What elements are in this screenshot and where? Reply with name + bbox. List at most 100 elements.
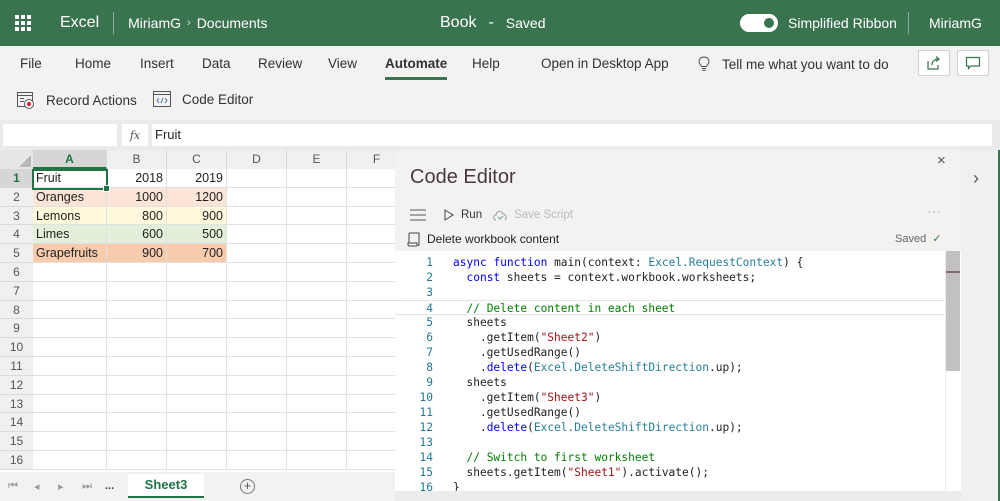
code-line[interactable]: 2 const sheets = context.workbook.worksh… (395, 270, 945, 285)
last-sheet-icon[interactable]: ⏭ (82, 480, 92, 493)
cell-c14[interactable] (167, 413, 227, 433)
cell-f12[interactable] (347, 376, 395, 395)
name-box[interactable] (3, 124, 117, 146)
cell-b11[interactable] (107, 357, 167, 376)
user-account-button[interactable]: MiriamG (908, 12, 982, 34)
code-line[interactable]: 7 .getUsedRange() (395, 345, 945, 360)
cell-b2[interactable]: 1000 (107, 187, 167, 207)
cell-c9[interactable] (167, 319, 227, 339)
cell-a5[interactable]: Grapefruits (33, 244, 107, 263)
cell-b4[interactable]: 600 (107, 225, 167, 245)
row-header-5[interactable]: 5 (0, 244, 33, 263)
tab-help[interactable]: Help (472, 46, 500, 82)
cell-d14[interactable] (227, 413, 287, 433)
code-line[interactable]: 15 sheets.getItem("Sheet1").activate(); (395, 465, 945, 480)
cell-e5[interactable] (287, 244, 347, 263)
row-header-15[interactable]: 15 (0, 432, 33, 451)
tab-view[interactable]: View (328, 46, 357, 82)
cell-f6[interactable] (347, 263, 395, 282)
tab-data[interactable]: Data (202, 46, 231, 82)
cell-c8[interactable] (167, 300, 227, 320)
cell-d5[interactable] (227, 244, 287, 263)
add-sheet-button[interactable]: + (240, 479, 255, 494)
tab-insert[interactable]: Insert (140, 46, 174, 82)
breadcrumb-owner[interactable]: MiriamG (128, 15, 181, 31)
chevron-right-icon[interactable]: › (973, 168, 979, 189)
code-line[interactable]: 4 // Delete content in each sheet (395, 300, 945, 315)
more-sheets-button[interactable]: ... (105, 480, 114, 492)
document-title[interactable]: Book - Saved (440, 0, 546, 46)
code-line[interactable]: 16} (395, 480, 945, 491)
row-header-13[interactable]: 13 (0, 394, 33, 414)
cell-d8[interactable] (227, 300, 287, 320)
cell-e13[interactable] (287, 394, 347, 414)
cell-e16[interactable] (287, 451, 347, 470)
code-line[interactable]: 13 (395, 435, 945, 450)
cell-d7[interactable] (227, 281, 287, 301)
cell-d4[interactable] (227, 225, 287, 245)
cell-d11[interactable] (227, 357, 287, 376)
cell-a2[interactable]: Oranges (33, 187, 107, 207)
cell-c12[interactable] (167, 375, 227, 395)
row-header-9[interactable]: 9 (0, 319, 33, 339)
cell-b1[interactable]: 2018 (107, 169, 167, 188)
code-line[interactable]: 8 .delete(Excel.DeleteShiftDirection.up)… (395, 360, 945, 375)
cell-a10[interactable] (33, 338, 107, 357)
cell-b13[interactable] (107, 394, 167, 414)
column-header-e[interactable]: E (287, 150, 347, 169)
first-sheet-icon[interactable]: ⏮ (8, 480, 18, 493)
cell-e2[interactable] (287, 187, 347, 207)
cell-d13[interactable] (227, 394, 287, 414)
cell-f10[interactable] (347, 338, 395, 357)
tab-review[interactable]: Review (258, 46, 302, 82)
cell-a15[interactable] (33, 432, 107, 451)
cell-f9[interactable] (347, 319, 395, 339)
cell-c13[interactable] (167, 394, 227, 414)
code-scrollbar-thumb[interactable] (946, 251, 960, 371)
cell-b6[interactable] (107, 263, 167, 282)
cell-c11[interactable] (167, 357, 227, 376)
cell-d6[interactable] (227, 263, 287, 282)
cell-a4[interactable]: Limes (33, 225, 107, 245)
cell-c10[interactable] (167, 338, 227, 357)
share-button[interactable] (918, 50, 950, 76)
cell-e15[interactable] (287, 432, 347, 451)
cell-e4[interactable] (287, 225, 347, 245)
cell-a7[interactable] (33, 281, 107, 301)
cell-e12[interactable] (287, 375, 347, 395)
column-header-d[interactable]: D (227, 150, 287, 169)
cell-c15[interactable] (167, 432, 227, 451)
row-header-16[interactable]: 16 (0, 451, 33, 470)
cell-a3[interactable]: Lemons (33, 206, 107, 226)
cell-c6[interactable] (167, 263, 227, 282)
comments-button[interactable] (957, 50, 989, 76)
cell-f13[interactable] (347, 395, 395, 414)
breadcrumb-folder[interactable]: Documents (197, 15, 268, 31)
row-header-1[interactable]: 1 (0, 169, 33, 188)
cell-b14[interactable] (107, 413, 167, 433)
cell-c5[interactable]: 700 (167, 244, 227, 263)
cell-d15[interactable] (227, 432, 287, 451)
app-name[interactable]: Excel (60, 12, 115, 34)
code-line[interactable]: 3 (395, 285, 945, 300)
cell-f8[interactable] (347, 301, 395, 320)
row-header-14[interactable]: 14 (0, 413, 33, 433)
cell-f11[interactable] (347, 357, 395, 376)
cell-c3[interactable]: 900 (167, 206, 227, 226)
open-in-desktop-app[interactable]: Open in Desktop App (541, 46, 669, 82)
cell-a1[interactable]: Fruit (33, 169, 107, 188)
app-launcher-button[interactable] (0, 0, 46, 46)
code-line[interactable]: 11 .getUsedRange() (395, 405, 945, 420)
code-line[interactable]: 12 .delete(Excel.DeleteShiftDirection.up… (395, 420, 945, 435)
code-line[interactable]: 9 sheets (395, 375, 945, 390)
record-actions-button[interactable]: Record Actions (16, 90, 137, 110)
row-header-12[interactable]: 12 (0, 375, 33, 395)
cell-e6[interactable] (287, 263, 347, 282)
close-pane-button[interactable]: × (937, 152, 946, 169)
code-area[interactable]: 1 async function main(context: Excel.Requ… (395, 251, 961, 491)
cell-a8[interactable] (33, 300, 107, 320)
cell-b7[interactable] (107, 281, 167, 301)
cell-d1[interactable] (227, 169, 287, 188)
cell-a6[interactable] (33, 263, 107, 282)
cell-c2[interactable]: 1200 (167, 187, 227, 207)
